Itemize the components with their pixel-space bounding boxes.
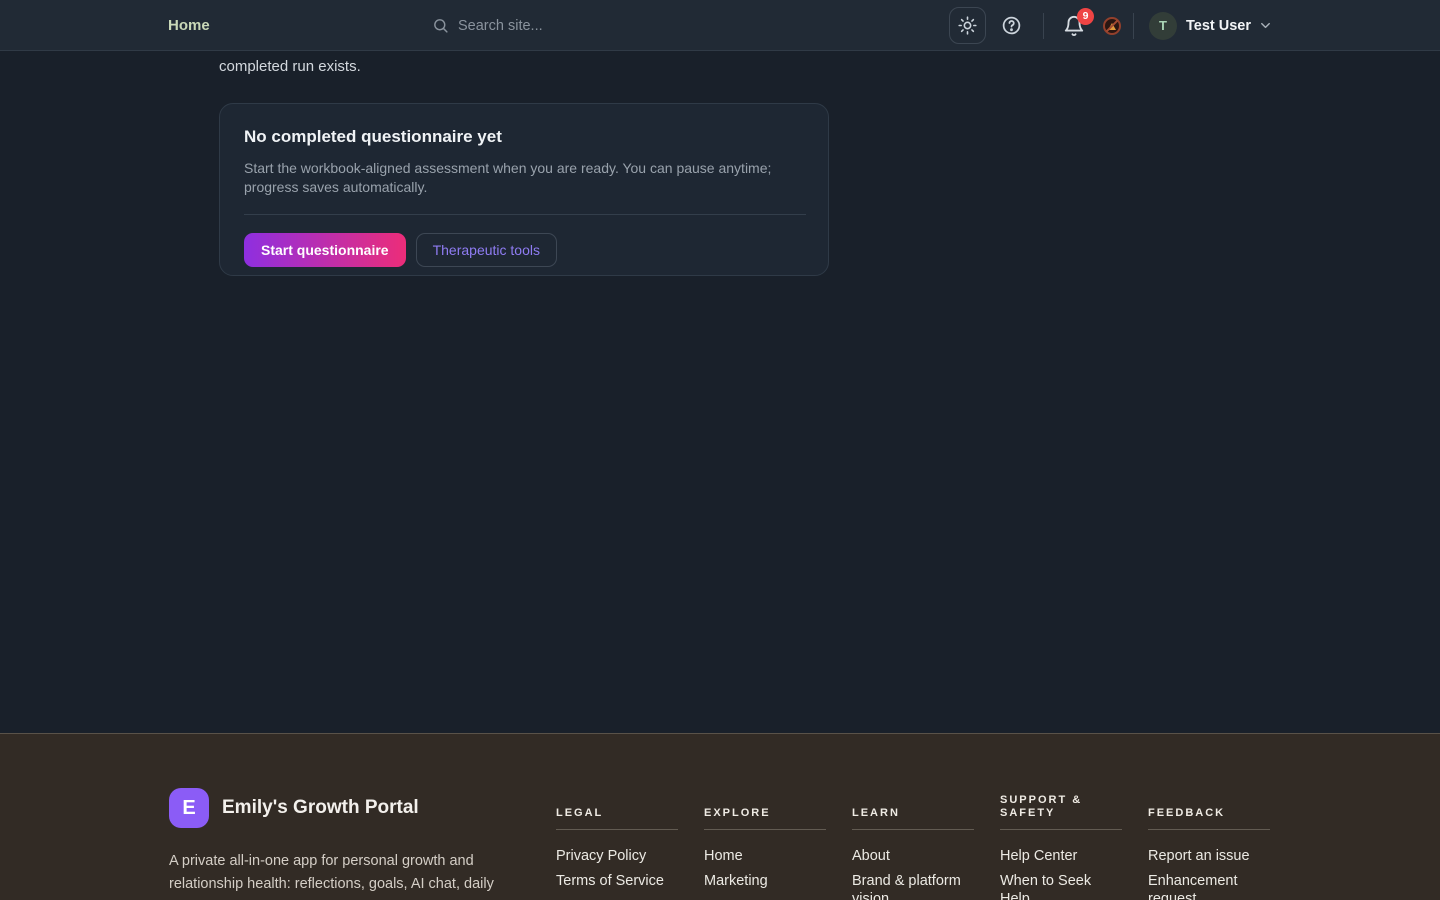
question-circle-icon <box>1001 15 1022 36</box>
search-placeholder: Search site... <box>458 18 543 34</box>
footer-link-help-center[interactable]: Help Center <box>1000 847 1124 865</box>
brand-description-line: A private all-in-one app for personal gr… <box>169 850 519 873</box>
nav-home-link[interactable]: Home <box>168 0 210 51</box>
brand-name: Emily's Growth Portal <box>222 797 419 819</box>
footer-column-feedback: FEEDBACK Report an issue Enhancement req… <box>1148 788 1272 900</box>
search-icon <box>432 17 449 34</box>
intro-line: completed run exists. <box>219 55 673 78</box>
footer-column-heading: FEEDBACK <box>1148 788 1272 820</box>
card-divider <box>244 214 806 215</box>
questionnaire-empty-state-card: No completed questionnaire yet Start the… <box>219 103 829 276</box>
therapeutic-tools-button[interactable]: Therapeutic tools <box>416 233 557 267</box>
warning-triangle-icon <box>1108 23 1116 30</box>
notification-count-badge: 9 <box>1077 8 1094 25</box>
card-description: Start the workbook-aligned assessment wh… <box>244 159 804 197</box>
brand-logo: E <box>169 788 209 828</box>
footer-column-heading: SUPPORT & SAFETY <box>1000 788 1124 820</box>
footer-link-enhancement-request[interactable]: Enhancement request <box>1148 872 1272 900</box>
footer-column-rule <box>704 829 826 830</box>
sun-icon <box>958 16 977 35</box>
header-divider <box>1043 13 1044 39</box>
brand-description-line: relationship health: reflections, goals,… <box>169 873 519 896</box>
help-button[interactable] <box>1001 15 1022 36</box>
footer-column-rule <box>1148 829 1270 830</box>
footer-link-terms-of-service[interactable]: Terms of Service <box>556 872 680 890</box>
footer-column-heading: EXPLORE <box>704 788 828 820</box>
page-footer: E Emily's Growth Portal A private all-in… <box>0 733 1440 900</box>
header-divider <box>1133 13 1134 39</box>
footer-link-privacy-policy[interactable]: Privacy Policy <box>556 847 680 865</box>
footer-column-heading: LEARN <box>852 788 976 820</box>
footer-link-marketing[interactable]: Marketing <box>704 872 828 890</box>
footer-link-report-an-issue[interactable]: Report an issue <box>1148 847 1272 865</box>
footer-column-heading: LEGAL <box>556 788 680 820</box>
chevron-down-icon[interactable] <box>1258 18 1273 33</box>
user-name[interactable]: Test User <box>1186 18 1251 34</box>
brand-description: A private all-in-one app for personal gr… <box>169 850 519 900</box>
card-title: No completed questionnaire yet <box>244 127 804 147</box>
footer-column-learn: LEARN About Brand & platform vision <box>852 788 976 900</box>
theme-toggle-button[interactable] <box>949 7 986 44</box>
start-questionnaire-button[interactable]: Start questionnaire <box>244 233 406 267</box>
footer-column-explore: EXPLORE Home Marketing <box>704 788 828 900</box>
brand-description-line: check-ins, Bible study, couples tools (c… <box>169 896 519 900</box>
card-description-line: progress saves automatically. <box>244 178 804 197</box>
footer-column-rule <box>556 829 678 830</box>
alert-status-icon[interactable] <box>1103 17 1121 35</box>
footer-column-legal: LEGAL Privacy Policy Terms of Service <box>556 788 680 900</box>
footer-column-rule <box>1000 829 1122 830</box>
footer-column-rule <box>852 829 974 830</box>
user-avatar[interactable]: T <box>1149 12 1177 40</box>
footer-link-brand-platform-vision[interactable]: Brand & platform vision <box>852 872 976 900</box>
footer-link-when-to-seek-help[interactable]: When to Seek Help <box>1000 872 1124 900</box>
footer-link-about[interactable]: About <box>852 847 976 865</box>
footer-link-home[interactable]: Home <box>704 847 828 865</box>
top-navigation-bar: Home Search site... <box>0 0 1440 51</box>
footer-column-support-safety: SUPPORT & SAFETY Help Center When to See… <box>1000 788 1124 900</box>
notifications-button[interactable]: 9 <box>1063 14 1085 38</box>
card-description-line: Start the workbook-aligned assessment wh… <box>244 159 804 178</box>
search-input[interactable]: Search site... <box>432 0 792 51</box>
